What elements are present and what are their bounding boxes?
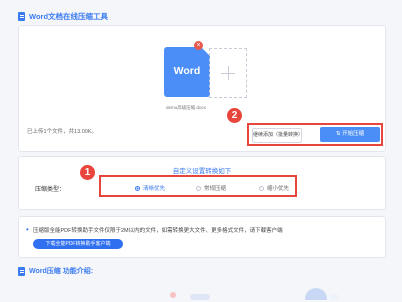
word-file-thumbnail[interactable]: Word (164, 47, 210, 97)
download-client-button[interactable]: 下载全能PDF转换助手客户端 (33, 239, 123, 249)
document-icon (18, 11, 25, 21)
document-icon (18, 266, 25, 276)
word-file-label: Word (173, 65, 201, 77)
annotation-badge-2: 2 (227, 108, 242, 123)
page-header: Word文档在线压缩工具 (18, 9, 108, 23)
add-file-button[interactable] (209, 48, 247, 98)
compression-type-label: 压缩类型： (35, 187, 66, 193)
decorative-illustration (190, 294, 210, 300)
decorative-illustration (330, 294, 338, 300)
feature-intro-title: Word压缩 功能介绍: (29, 268, 94, 275)
upload-summary: 已上传1个文件，共13.00K。 (27, 129, 97, 135)
page-title: Word文档在线压缩工具 (29, 11, 109, 21)
notice-text: 压缩版全能PDF转换助手文件仅限于2M以内的文件，如需转换更大文件、更多格式文件… (26, 225, 283, 234)
client-download-notice: 压缩版全能PDF转换助手文件仅限于2M以内的文件，如需转换更大文件、更多格式文件… (18, 216, 386, 258)
remove-file-icon[interactable]: × (194, 41, 203, 50)
annotation-box-1 (99, 175, 297, 197)
annotation-badge-1: 1 (80, 165, 95, 180)
feature-intro-header: Word压缩 功能介绍: (18, 266, 93, 276)
settings-title: 自定义设置转换如下 (172, 168, 232, 175)
annotation-box-2 (247, 123, 383, 146)
uploaded-file-name: demo高级压缩.docx (165, 105, 206, 110)
decorative-illustration (305, 288, 327, 300)
decorative-illustration (170, 292, 176, 298)
